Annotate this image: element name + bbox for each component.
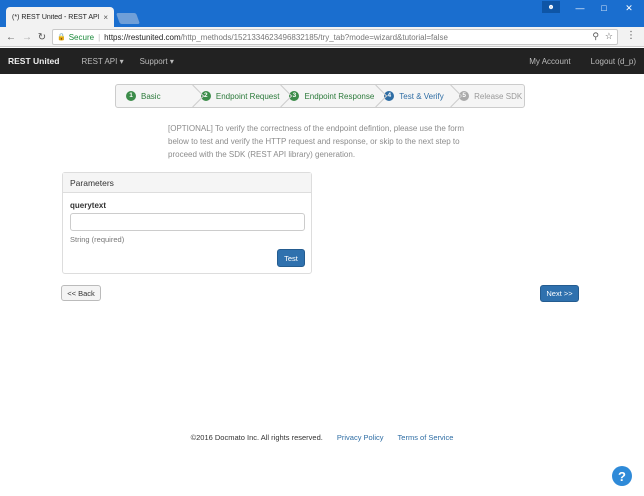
minimize-icon[interactable]: — <box>568 0 592 16</box>
url-separator: | <box>98 32 101 42</box>
url-path: /http_methods/1521334623496832185/try_ta… <box>180 32 448 42</box>
test-button[interactable]: Test <box>277 249 305 267</box>
step-label: Test & Verify <box>399 91 444 101</box>
step-test-verify[interactable]: 4 Test & Verify <box>374 85 449 107</box>
step-basic[interactable]: 1 Basic <box>116 85 191 107</box>
step-release-sdk[interactable]: 5 Release SDK <box>449 85 524 107</box>
querytext-help: String (required) <box>70 235 125 244</box>
help-button[interactable]: ? <box>612 466 632 486</box>
tab-close-icon[interactable]: × <box>103 13 108 22</box>
star-icon[interactable]: ☆ <box>605 31 613 42</box>
nav-rest-api[interactable]: REST API ▾ <box>81 57 123 66</box>
brand-logo[interactable]: REST United <box>8 56 59 66</box>
maximize-icon[interactable]: □ <box>592 0 616 16</box>
app-navbar: REST United REST API ▾ Support ▾ My Acco… <box>0 48 644 74</box>
back-arrow-icon[interactable]: ← <box>4 30 18 44</box>
secure-label: Secure <box>68 32 95 42</box>
new-tab-button[interactable] <box>115 13 141 24</box>
wizard-steps: 1 Basic 2 Endpoint Request 3 Endpoint Re… <box>115 84 525 108</box>
intro-text: [OPTIONAL] To verify the correctness of … <box>168 124 465 159</box>
browser-tab[interactable]: (*) REST United - REST API × <box>6 7 114 27</box>
parameters-panel: Parameters querytext String (required) T… <box>62 172 312 274</box>
privacy-policy-link[interactable]: Privacy Policy <box>337 433 384 442</box>
step-endpoint-response[interactable]: 3 Endpoint Response <box>279 85 374 107</box>
url-input[interactable]: 🔒 Secure | https://restunited.com/http_m… <box>52 29 618 45</box>
back-button[interactable]: << Back <box>61 285 101 301</box>
menu-dots-icon[interactable]: ⋮ <box>626 30 636 41</box>
querytext-input[interactable] <box>70 213 305 231</box>
nav-support[interactable]: Support ▾ <box>140 57 174 66</box>
step-endpoint-request[interactable]: 2 Endpoint Request <box>191 85 279 107</box>
search-icon[interactable]: ⚲ <box>592 31 599 42</box>
lock-icon: 🔒 <box>57 34 66 41</box>
next-button[interactable]: Next >> <box>540 285 579 302</box>
close-window-icon[interactable]: ✕ <box>616 0 642 16</box>
nav-my-account[interactable]: My Account <box>529 57 570 66</box>
tab-title: (*) REST United - REST API <box>12 13 100 21</box>
profile-icon[interactable]: ☻ <box>542 1 560 13</box>
address-bar: ← → ↻ 🔒 Secure | https://restunited.com /… <box>0 27 644 47</box>
terms-link[interactable]: Terms of Service <box>398 433 454 442</box>
step-label: Basic <box>141 91 161 101</box>
panel-title: Parameters <box>63 173 311 193</box>
step-number: 3 <box>289 91 300 101</box>
footer: ©2016 Docmato Inc. All rights reserved. … <box>0 433 644 442</box>
forward-arrow-icon[interactable]: → <box>20 30 34 44</box>
copyright: ©2016 Docmato Inc. All rights reserved. <box>190 433 323 442</box>
step-number: 5 <box>459 91 470 101</box>
step-number: 4 <box>384 91 395 101</box>
step-label: Release SDK <box>474 91 523 101</box>
url-host: https://restunited.com <box>104 32 181 42</box>
step-number: 1 <box>126 91 136 101</box>
step-number: 2 <box>200 91 211 101</box>
browser-titlebar: (*) REST United - REST API × ☻ — □ ✕ <box>0 0 644 27</box>
nav-logout[interactable]: Logout (d_p) <box>591 57 636 66</box>
reload-icon[interactable]: ↻ <box>35 30 49 44</box>
querytext-label: querytext <box>70 201 107 210</box>
